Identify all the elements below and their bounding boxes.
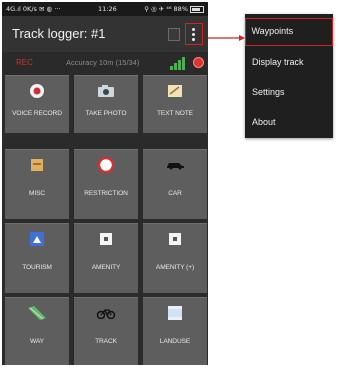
tile-misc[interactable]: MISC [5, 149, 69, 219]
battery-icon [190, 5, 204, 13]
menu-item-settings[interactable]: Settings [245, 78, 333, 106]
status-left: 4G.ıl 0K/s ✉ ◍ ··· [6, 5, 61, 13]
status-right-text: ⚲ ◎ ✈ ⁴⁶ 88% [144, 5, 188, 13]
overflow-menu-button[interactable] [185, 23, 203, 45]
tile-restriction[interactable]: RESTRICTION [74, 149, 138, 219]
accuracy-text: Accuracy 10m (15/34) [66, 58, 140, 67]
misc-icon [31, 159, 43, 171]
save-icon[interactable] [168, 28, 180, 41]
tile-way[interactable]: WAY [5, 297, 69, 365]
amenity-plus-icon [169, 233, 181, 245]
status-right: ⚲ ◎ ✈ ⁴⁶ 88% [144, 5, 204, 13]
car-icon [167, 163, 184, 170]
rec-indicator: REC [16, 58, 33, 67]
app-title: Track logger: #1 [12, 26, 106, 41]
menu-item-display-track[interactable]: Display track [245, 48, 333, 76]
camera-icon [98, 85, 114, 97]
tile-text-note[interactable]: TEXT NOTE [143, 75, 207, 133]
pointer-arrow-icon [208, 35, 245, 41]
stop-recording-icon[interactable] [193, 57, 204, 68]
tile-track[interactable]: TRACK [74, 297, 138, 365]
tile-amenity-plus[interactable]: AMENITY (+) [143, 223, 207, 293]
tile-label: MISC [28, 190, 46, 197]
note-icon [168, 85, 182, 97]
tile-tourism[interactable]: TOURISM [5, 223, 69, 293]
landuse-icon [168, 306, 182, 320]
overflow-dot-icon [192, 38, 195, 41]
bicycle-icon [96, 309, 116, 319]
accuracy-bar: REC Accuracy 10m (15/34) [2, 52, 208, 74]
app-bar: Track logger: #1 [2, 16, 208, 52]
overflow-menu: Waypoints Display track Settings About [245, 14, 333, 138]
tile-label: AMENITY [91, 264, 121, 271]
tile-label: RESTRICTION [84, 190, 128, 197]
menu-item-about[interactable]: About [245, 108, 333, 136]
restriction-icon [97, 156, 115, 174]
overflow-dot-icon [192, 33, 195, 36]
overflow-dot-icon [192, 28, 195, 31]
amenity-icon [100, 233, 112, 245]
tile-label: TOURISM [22, 264, 52, 271]
tile-label: AMENITY (+) [155, 264, 195, 271]
menu-item-waypoints[interactable]: Waypoints [245, 18, 333, 46]
status-bar: 4G.ıl 0K/s ✉ ◍ ··· 11:26 ⚲ ◎ ✈ ⁴⁶ 88% [2, 2, 208, 16]
tile-car[interactable]: CAR [143, 149, 207, 219]
status-time: 11:26 [98, 5, 117, 13]
gps-signal-icon [170, 57, 185, 70]
phone-screen: 4G.ıl 0K/s ✉ ◍ ··· 11:26 ⚲ ◎ ✈ ⁴⁶ 88% Tr… [2, 2, 208, 365]
tile-take-photo[interactable]: TAKE PHOTO [74, 75, 138, 133]
record-icon [30, 84, 44, 98]
way-icon [28, 306, 46, 320]
tile-voice-record[interactable]: VOICE RECORD [5, 75, 69, 133]
tile-label: WAY [30, 338, 44, 345]
tile-label: TRACK [95, 338, 117, 345]
tile-landuse[interactable]: LANDUSE [143, 297, 207, 365]
waypoint-tile-grid: VOICE RECORD TAKE PHOTO TEXT NOTE MISC R… [5, 75, 207, 365]
tile-label: TAKE PHOTO [85, 110, 127, 117]
tile-label: TEXT NOTE [157, 110, 193, 117]
tile-label: LANDUSE [159, 338, 191, 345]
tourism-icon [30, 232, 44, 246]
tile-label: VOICE RECORD [12, 110, 62, 117]
tile-label: CAR [168, 190, 182, 197]
tile-amenity[interactable]: AMENITY [74, 223, 138, 293]
